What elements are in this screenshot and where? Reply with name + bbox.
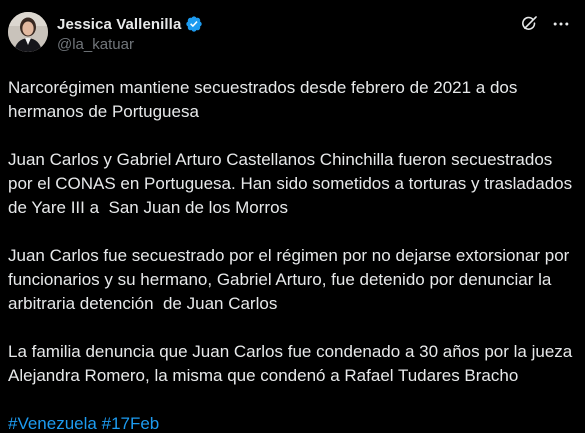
tweet-card: Jessica Vallenilla @la_katuar Narcorégim… xyxy=(0,0,585,433)
tweet-paragraph-4: La familia denuncia que Juan Carlos fue … xyxy=(8,342,577,385)
tweet-header: Jessica Vallenilla @la_katuar xyxy=(8,12,203,55)
hashtag-17feb[interactable]: #17Feb xyxy=(102,414,160,433)
avatar-image xyxy=(8,12,48,52)
author-name-row: Jessica Vallenilla xyxy=(57,13,203,35)
author-names: Jessica Vallenilla @la_katuar xyxy=(57,12,203,55)
author-display-name[interactable]: Jessica Vallenilla xyxy=(57,16,181,33)
hashtag-venezuela[interactable]: #Venezuela xyxy=(8,414,97,433)
verified-badge-icon xyxy=(185,15,203,33)
tweet-actions xyxy=(519,14,571,34)
hashtag-line: #Venezuela #17Feb xyxy=(8,412,578,433)
author-handle[interactable]: @la_katuar xyxy=(57,35,203,55)
avatar[interactable] xyxy=(8,12,48,52)
more-options-icon[interactable] xyxy=(551,14,571,34)
tweet-paragraph-3: Juan Carlos fue secuestrado por el régim… xyxy=(8,246,575,313)
tweet-text: Narcorégimen mantiene secuestrados desde… xyxy=(8,76,578,433)
tweet-paragraph-1: Narcorégimen mantiene secuestrados desde… xyxy=(8,78,523,121)
tweet-paragraph-2: Juan Carlos y Gabriel Arturo Castellanos… xyxy=(8,150,577,217)
grok-icon[interactable] xyxy=(519,14,539,34)
